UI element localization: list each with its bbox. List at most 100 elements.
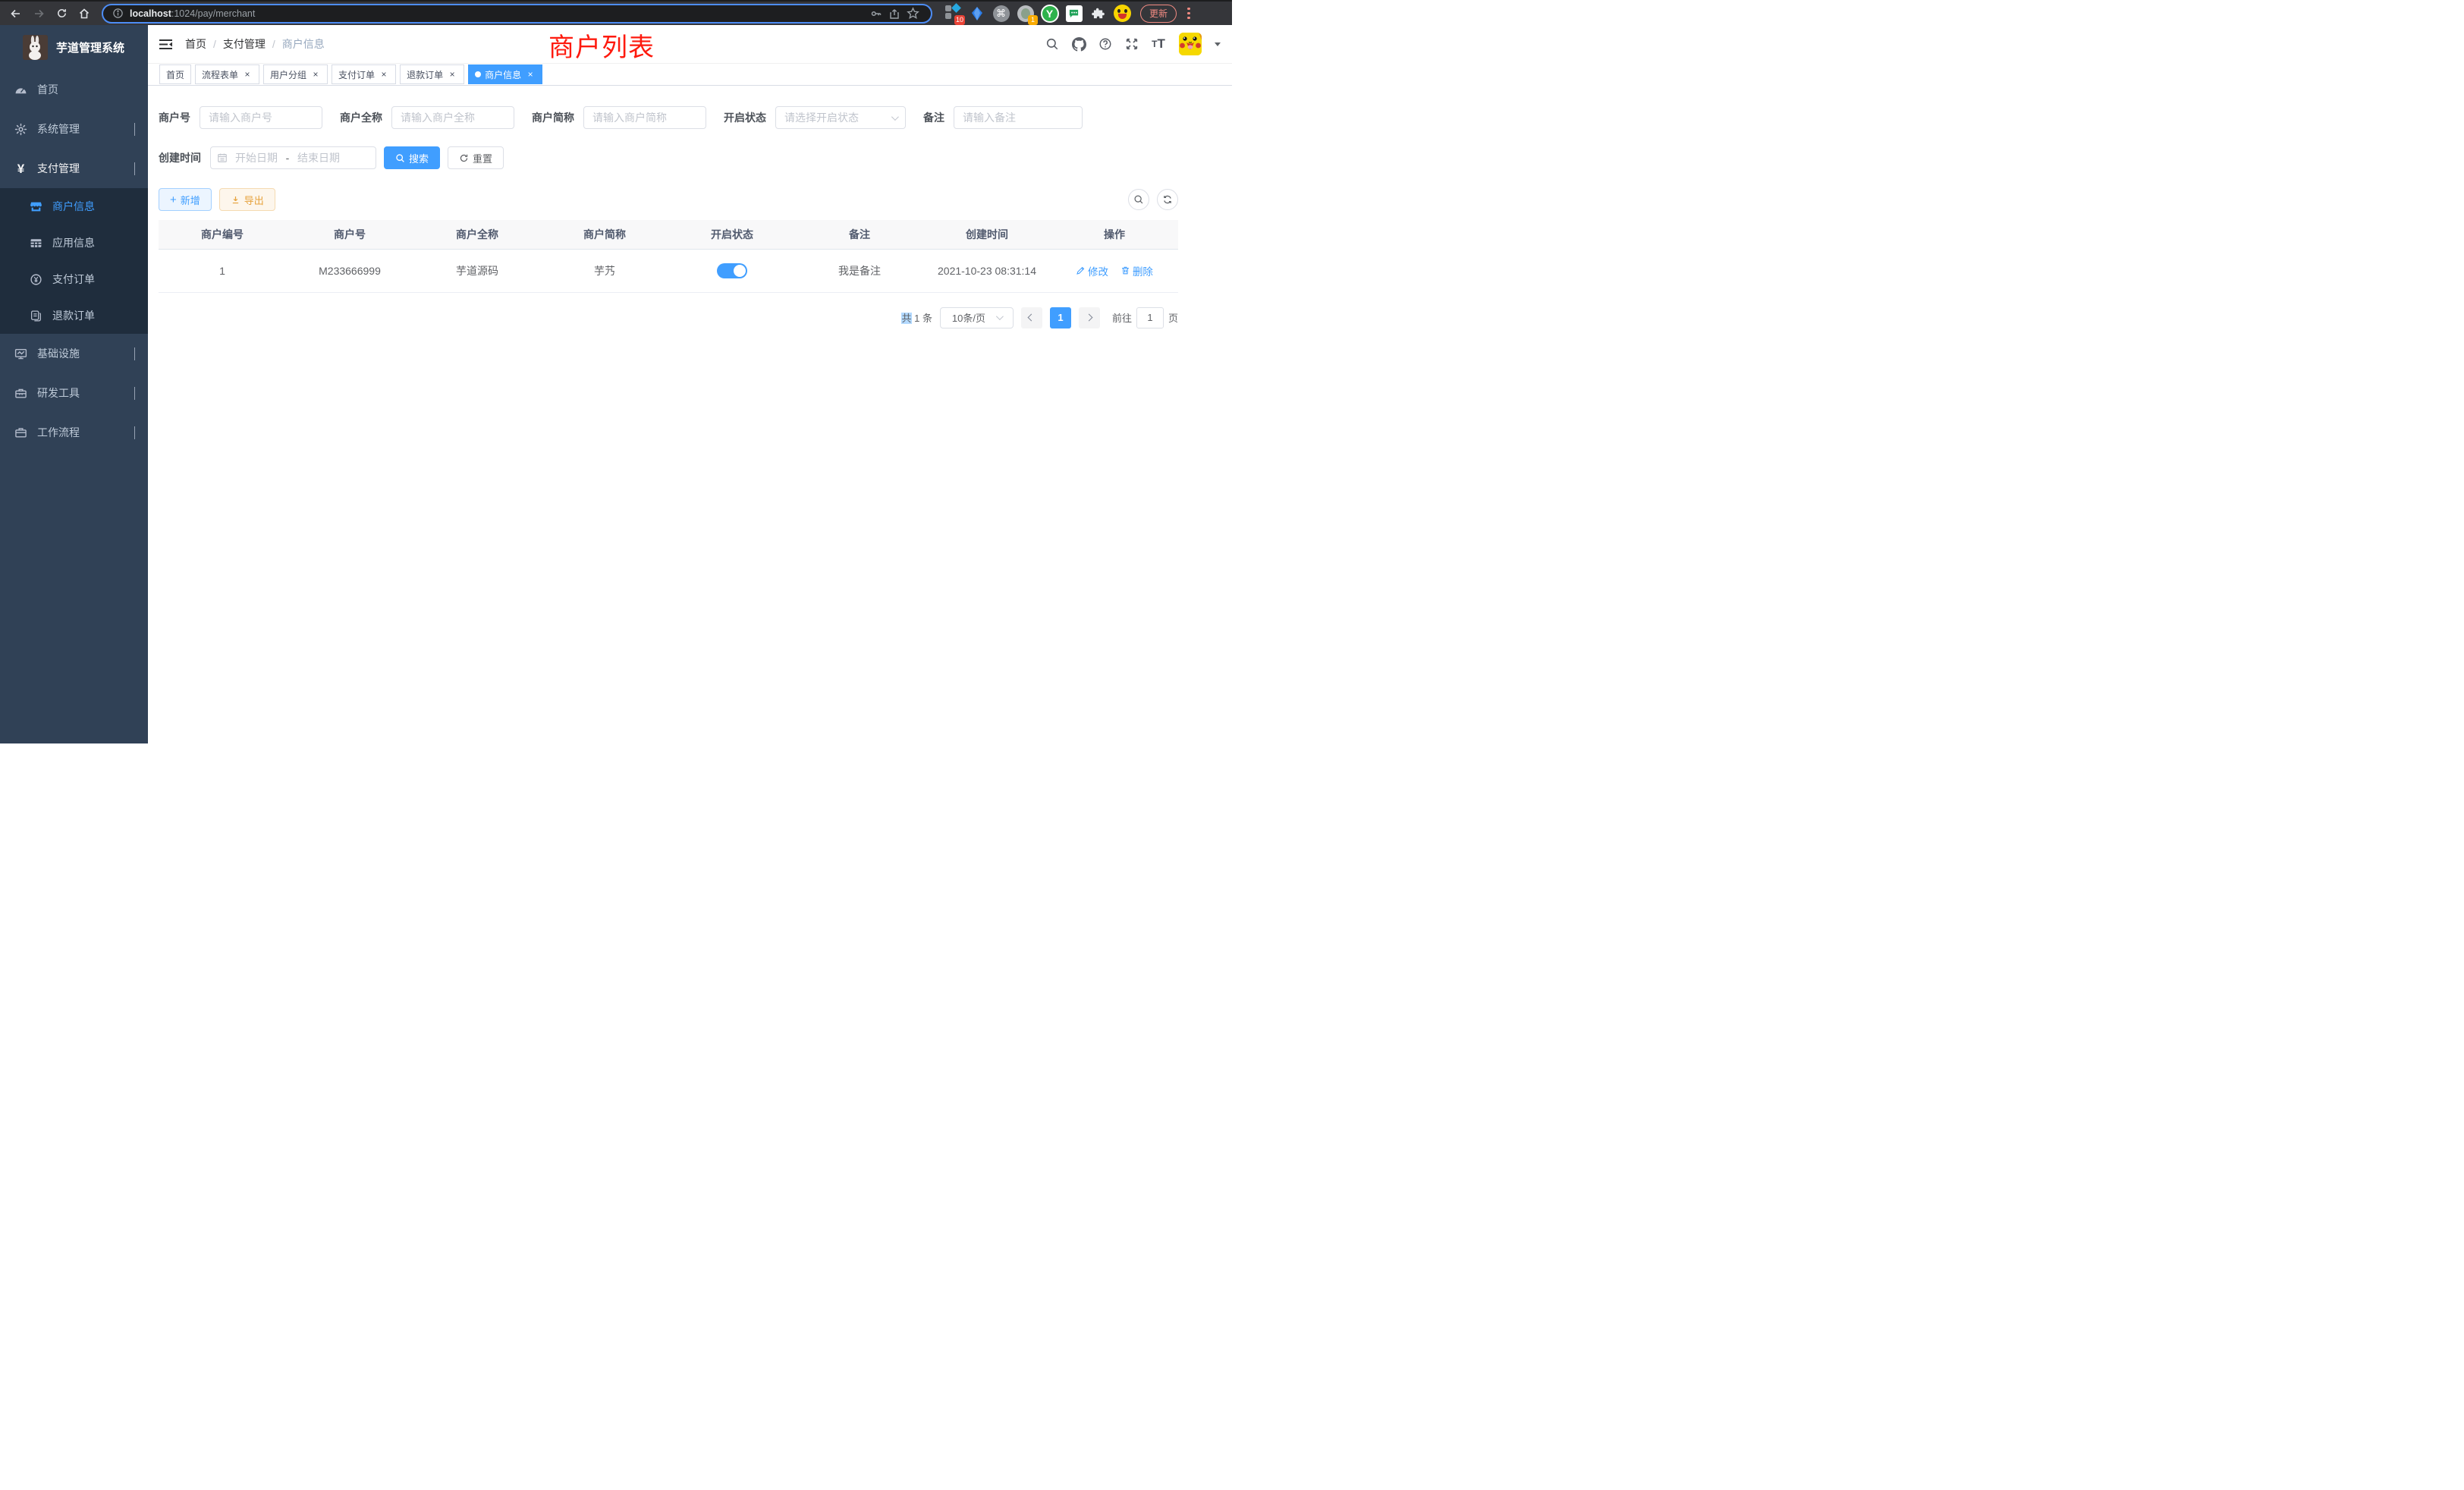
sidebar-item-label: 应用信息 <box>52 235 95 250</box>
sidebar-item-system[interactable]: 系统管理 <box>0 109 148 149</box>
extensions-puzzle-icon[interactable] <box>1089 4 1108 23</box>
sidebar-item-home[interactable]: 首页 <box>0 70 148 109</box>
chevron-down-icon <box>134 387 135 399</box>
extension-chat-icon[interactable] <box>1064 4 1083 23</box>
extension-avatar-icon[interactable]: 1 <box>1016 4 1035 23</box>
table-toolbar: + 新增 导出 <box>159 188 1178 211</box>
col-actions: 操作 <box>1051 220 1178 249</box>
sidebar-item-dev-tools[interactable]: 研发工具 <box>0 373 148 413</box>
user-avatar[interactable] <box>1179 33 1202 55</box>
close-icon[interactable]: × <box>242 69 253 80</box>
add-button[interactable]: + 新增 <box>159 188 212 211</box>
sidebar-item-app-info[interactable]: 应用信息 <box>0 225 148 261</box>
reset-button[interactable]: 重置 <box>448 146 504 169</box>
store-icon <box>30 200 42 213</box>
url-text[interactable]: localhost:1024/pay/merchant <box>130 8 255 19</box>
sidebar-item-label: 工作流程 <box>37 425 80 440</box>
trash-icon <box>1120 266 1130 275</box>
close-icon[interactable]: × <box>525 69 536 80</box>
end-date-placeholder[interactable]: 结束日期 <box>294 150 343 165</box>
breadcrumb: 首页 / 支付管理 / 商户信息 <box>185 36 325 52</box>
breadcrumb-pay[interactable]: 支付管理 <box>223 36 266 52</box>
bookmark-star-icon[interactable] <box>904 7 922 20</box>
tab-home[interactable]: 首页 <box>159 64 191 84</box>
tab-user-group[interactable]: 用户分组× <box>263 64 328 84</box>
header-search-icon[interactable] <box>1044 36 1061 52</box>
start-date-placeholder[interactable]: 开始日期 <box>232 150 281 165</box>
col-short-name: 商户简称 <box>541 220 668 249</box>
date-range-input[interactable]: 开始日期 - 结束日期 <box>210 146 376 169</box>
site-info-icon[interactable] <box>112 8 124 19</box>
prev-page-button[interactable] <box>1021 307 1042 328</box>
edit-link[interactable]: 修改 <box>1076 263 1108 278</box>
app-logo-row[interactable]: 芋道管理系统 <box>0 25 148 70</box>
url-bar[interactable]: localhost:1024/pay/merchant <box>102 4 932 24</box>
help-icon[interactable] <box>1097 36 1114 52</box>
sidebar-item-refund-order[interactable]: 退款订单 <box>0 297 148 334</box>
delete-link[interactable]: 删除 <box>1120 263 1153 278</box>
sidebar-item-label: 支付管理 <box>37 161 80 176</box>
share-icon[interactable] <box>885 8 904 20</box>
browser-back-icon[interactable] <box>6 4 26 24</box>
next-page-button[interactable] <box>1079 307 1100 328</box>
col-status: 开启状态 <box>668 220 796 249</box>
sidebar-item-label: 退款订单 <box>52 308 95 323</box>
full-name-input[interactable]: 请输入商户全称 <box>391 106 514 129</box>
goto-label: 前往 <box>1112 310 1132 325</box>
page-number-1[interactable]: 1 <box>1050 307 1071 328</box>
refresh-table-button[interactable] <box>1157 189 1178 210</box>
fullscreen-icon[interactable] <box>1124 36 1140 52</box>
chevron-down-icon <box>891 113 899 121</box>
sidebar-menu: 首页 系统管理 ¥ 支付管理 商户信息 <box>0 70 148 452</box>
yen-icon: ¥ <box>14 162 27 175</box>
tab-merchant-info[interactable]: 商户信息× <box>468 64 542 84</box>
close-icon[interactable]: × <box>310 69 321 80</box>
pagination-total: 共 1 条 <box>901 310 932 325</box>
page-annotation: 商户列表 <box>548 27 655 64</box>
status-select[interactable]: 请选择开启状态 <box>775 106 906 129</box>
merchant-no-input[interactable]: 请输入商户号 <box>200 106 322 129</box>
goto-page-input[interactable]: 1 <box>1136 307 1164 328</box>
avatar-caret-icon[interactable] <box>1215 42 1221 46</box>
extension-grid-icon[interactable]: 10 <box>943 4 962 23</box>
password-key-icon[interactable] <box>867 8 885 20</box>
font-size-icon[interactable]: TT <box>1150 36 1167 52</box>
github-icon[interactable] <box>1070 36 1087 52</box>
remark-input[interactable]: 请输入备注 <box>954 106 1083 129</box>
sidebar-item-merchant-info[interactable]: 商户信息 <box>0 188 148 225</box>
breadcrumb-home[interactable]: 首页 <box>185 36 206 52</box>
page-size-select[interactable]: 10条/页 <box>940 307 1014 328</box>
tags-view-bar: 首页 流程表单× 用户分组× 支付订单× 退款订单× 商户信息× <box>148 64 1232 86</box>
browser-extensions: 10 ⌘ 1 Y 更新 <box>943 4 1194 23</box>
tab-refund-order[interactable]: 退款订单× <box>400 64 464 84</box>
close-icon[interactable]: × <box>379 69 389 80</box>
tab-process-form[interactable]: 流程表单× <box>195 64 259 84</box>
browser-forward-icon[interactable] <box>29 4 49 24</box>
export-button[interactable]: 导出 <box>219 188 275 211</box>
browser-home-icon[interactable] <box>74 4 94 24</box>
cell-full-name: 芋道源码 <box>413 249 541 292</box>
sidebar-item-infra[interactable]: 基础设施 <box>0 334 148 373</box>
toggle-search-button[interactable] <box>1128 189 1149 210</box>
profile-emoji-icon[interactable] <box>1113 4 1132 23</box>
sidebar-item-workflow[interactable]: 工作流程 <box>0 413 148 452</box>
sidebar-item-pay[interactable]: ¥ 支付管理 <box>0 149 148 188</box>
table-row: 1 M233666999 芋道源码 芋艿 我是备注 2021-10-23 08:… <box>159 249 1178 292</box>
browser-reload-icon[interactable] <box>52 4 71 24</box>
extension-cmd-icon[interactable]: ⌘ <box>992 4 1010 23</box>
short-name-input[interactable]: 请输入商户简称 <box>583 106 706 129</box>
chrome-update-button[interactable]: 更新 <box>1140 5 1177 23</box>
browser-menu-icon[interactable] <box>1183 8 1194 20</box>
col-remark: 备注 <box>796 220 923 249</box>
extension-gem-icon[interactable] <box>967 4 986 23</box>
status-toggle[interactable] <box>717 263 747 278</box>
tab-pay-order[interactable]: 支付订单× <box>332 64 396 84</box>
close-icon[interactable]: × <box>447 69 457 80</box>
extension-yuque-icon[interactable]: Y <box>1040 4 1059 23</box>
sidebar-item-pay-order[interactable]: 支付订单 <box>0 261 148 297</box>
sidebar-item-label: 系统管理 <box>37 121 80 137</box>
sidebar-fold-icon[interactable] <box>159 39 173 50</box>
dashboard-icon <box>14 83 27 96</box>
search-button[interactable]: 搜索 <box>384 146 440 169</box>
active-tab-dot <box>475 71 481 77</box>
